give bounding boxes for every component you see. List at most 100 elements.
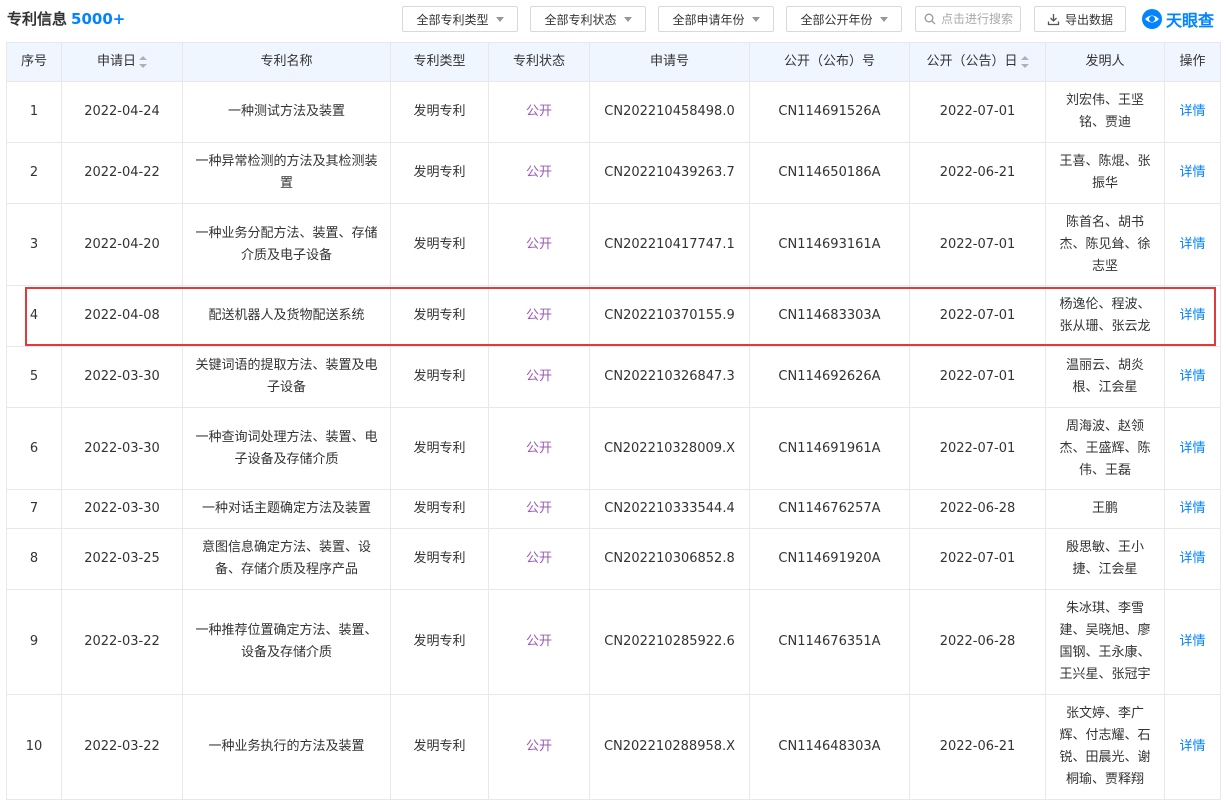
export-button[interactable]: 导出数据 <box>1034 6 1126 32</box>
toolbar: 专利信息5000+ 全部专利类型 全部专利状态 全部申请年份 全部公开年份 导出… <box>0 0 1226 40</box>
cell-inventors: 王鹏 <box>1045 489 1165 529</box>
cell-publication-date: 2022-07-01 <box>909 407 1046 490</box>
cell-application-number: CN202210370155.9 <box>589 285 750 347</box>
column-header-publication-date[interactable]: 公开（公告）日 <box>909 42 1046 82</box>
filter-patent-status[interactable]: 全部专利状态 <box>530 6 646 32</box>
cell-publication-number: CN114691526A <box>749 81 910 143</box>
cell-application-date: 2022-04-20 <box>61 203 183 286</box>
patent-table: 序号 申请日 专利名称 专利类型 专利状态 申请号 公开（公布）号 公开（公告）… <box>6 42 1221 800</box>
cell-inventors: 温丽云、胡炎根、江会星 <box>1045 346 1165 408</box>
cell-publication-date: 2022-07-01 <box>909 203 1046 286</box>
sort-icon[interactable] <box>139 55 147 68</box>
filter-application-year-label: 全部申请年份 <box>672 12 745 27</box>
cell-application-number: CN202210326847.3 <box>589 346 750 408</box>
cell-patent-type: 发明专利 <box>390 407 489 490</box>
cell-patent-name: 一种异常检测的方法及其检测装置 <box>182 142 391 204</box>
cell-publication-date: 2022-07-01 <box>909 81 1046 143</box>
chevron-down-icon <box>495 16 504 22</box>
table-row-highlighted: 4 2022-04-08 配送机器人及货物配送系统 发明专利 公开 CN2022… <box>6 285 1221 347</box>
cell-patent-type: 发明专利 <box>390 142 489 204</box>
chevron-down-icon <box>623 16 632 22</box>
cell-patent-status: 公开 <box>488 694 590 800</box>
cell-application-date: 2022-03-30 <box>61 346 183 408</box>
cell-application-date: 2022-04-08 <box>61 285 183 347</box>
cell-application-date: 2022-03-22 <box>61 694 183 800</box>
cell-application-date: 2022-03-25 <box>61 528 183 590</box>
cell-inventors: 殷思敏、王小捷、江会星 <box>1045 528 1165 590</box>
column-header-patent-type: 专利类型 <box>390 42 489 82</box>
table-row: 10 2022-03-22 一种业务执行的方法及装置 发明专利 公开 CN202… <box>6 694 1221 800</box>
chevron-down-icon <box>879 16 888 22</box>
cell-patent-status: 公开 <box>488 142 590 204</box>
cell-patent-status: 公开 <box>488 589 590 695</box>
search-box[interactable] <box>915 6 1021 32</box>
column-header-action: 操作 <box>1164 42 1221 82</box>
table-row: 7 2022-03-30 一种对话主题确定方法及装置 发明专利 公开 CN202… <box>6 489 1221 529</box>
cell-patent-type: 发明专利 <box>390 285 489 347</box>
cell-patent-status: 公开 <box>488 285 590 347</box>
column-header-inventors: 发明人 <box>1045 42 1165 82</box>
filter-patent-type[interactable]: 全部专利类型 <box>402 6 518 32</box>
cell-application-number: CN202210458498.0 <box>589 81 750 143</box>
details-link[interactable]: 详情 <box>1164 285 1221 347</box>
cell-publication-number: CN114676257A <box>749 489 910 529</box>
result-count: 5000+ <box>71 10 126 28</box>
download-icon <box>1047 13 1060 25</box>
cell-index: 3 <box>6 203 62 286</box>
cell-publication-date: 2022-06-28 <box>909 489 1046 529</box>
cell-application-date: 2022-03-30 <box>61 407 183 490</box>
cell-publication-date: 2022-07-01 <box>909 285 1046 347</box>
cell-patent-name: 配送机器人及货物配送系统 <box>182 285 391 347</box>
details-link[interactable]: 详情 <box>1164 489 1221 529</box>
details-link[interactable]: 详情 <box>1164 407 1221 490</box>
details-link[interactable]: 详情 <box>1164 694 1221 800</box>
cell-index: 10 <box>6 694 62 800</box>
filter-application-year[interactable]: 全部申请年份 <box>658 6 774 32</box>
cell-application-number: CN202210333544.4 <box>589 489 750 529</box>
cell-inventors: 杨逸伦、程波、张从珊、张云龙 <box>1045 285 1165 347</box>
cell-patent-type: 发明专利 <box>390 81 489 143</box>
sort-icon[interactable] <box>1020 55 1029 68</box>
cell-inventors: 刘宏伟、王坚铭、贾迪 <box>1045 81 1165 143</box>
details-link[interactable]: 详情 <box>1164 203 1221 286</box>
cell-inventors: 王喜、陈焜、张振华 <box>1045 142 1165 204</box>
cell-patent-type: 发明专利 <box>390 346 489 408</box>
cell-inventors: 张文婷、李广辉、付志耀、石锐、田晨光、谢桐瑜、贾释翔 <box>1045 694 1165 800</box>
cell-patent-type: 发明专利 <box>390 694 489 800</box>
cell-application-number: CN202210328009.X <box>589 407 750 490</box>
chevron-down-icon <box>751 16 760 22</box>
details-link[interactable]: 详情 <box>1164 346 1221 408</box>
cell-patent-name: 一种业务执行的方法及装置 <box>182 694 391 800</box>
cell-patent-name: 意图信息确定方法、装置、设备、存储介质及程序产品 <box>182 528 391 590</box>
cell-patent-type: 发明专利 <box>390 203 489 286</box>
export-button-label: 导出数据 <box>1064 12 1113 27</box>
cell-inventors: 周海波、赵领杰、王盛辉、陈伟、王磊 <box>1045 407 1165 490</box>
cell-publication-number: CN114683303A <box>749 285 910 347</box>
cell-patent-name: 一种推荐位置确定方法、装置、设备及存储介质 <box>182 589 391 695</box>
table-row: 1 2022-04-24 一种测试方法及装置 发明专利 公开 CN2022104… <box>6 81 1221 143</box>
details-link[interactable]: 详情 <box>1164 528 1221 590</box>
filter-publication-year[interactable]: 全部公开年份 <box>786 6 902 32</box>
column-header-application-date[interactable]: 申请日 <box>61 42 183 82</box>
details-link[interactable]: 详情 <box>1164 81 1221 143</box>
cell-application-number: CN202210288958.X <box>589 694 750 800</box>
cell-patent-name: 关键词语的提取方法、装置及电子设备 <box>182 346 391 408</box>
details-link[interactable]: 详情 <box>1164 142 1221 204</box>
search-input[interactable] <box>941 12 1019 26</box>
cell-publication-date: 2022-06-21 <box>909 142 1046 204</box>
logo-text: 天眼查 <box>1166 11 1215 30</box>
cell-patent-status: 公开 <box>488 81 590 143</box>
table-row: 2 2022-04-22 一种异常检测的方法及其检测装置 发明专利 公开 CN2… <box>6 142 1221 204</box>
cell-index: 6 <box>6 407 62 490</box>
cell-index: 5 <box>6 346 62 408</box>
table-row: 9 2022-03-22 一种推荐位置确定方法、装置、设备及存储介质 发明专利 … <box>6 589 1221 695</box>
search-icon <box>924 13 936 25</box>
cell-application-number: CN202210439263.7 <box>589 142 750 204</box>
cell-publication-date: 2022-06-21 <box>909 694 1046 800</box>
cell-patent-name: 一种查询词处理方法、装置、电子设备及存储介质 <box>182 407 391 490</box>
cell-application-date: 2022-04-24 <box>61 81 183 143</box>
cell-application-date: 2022-03-30 <box>61 489 183 529</box>
page-title-text: 专利信息 <box>7 10 68 28</box>
details-link[interactable]: 详情 <box>1164 589 1221 695</box>
cell-patent-name: 一种对话主题确定方法及装置 <box>182 489 391 529</box>
